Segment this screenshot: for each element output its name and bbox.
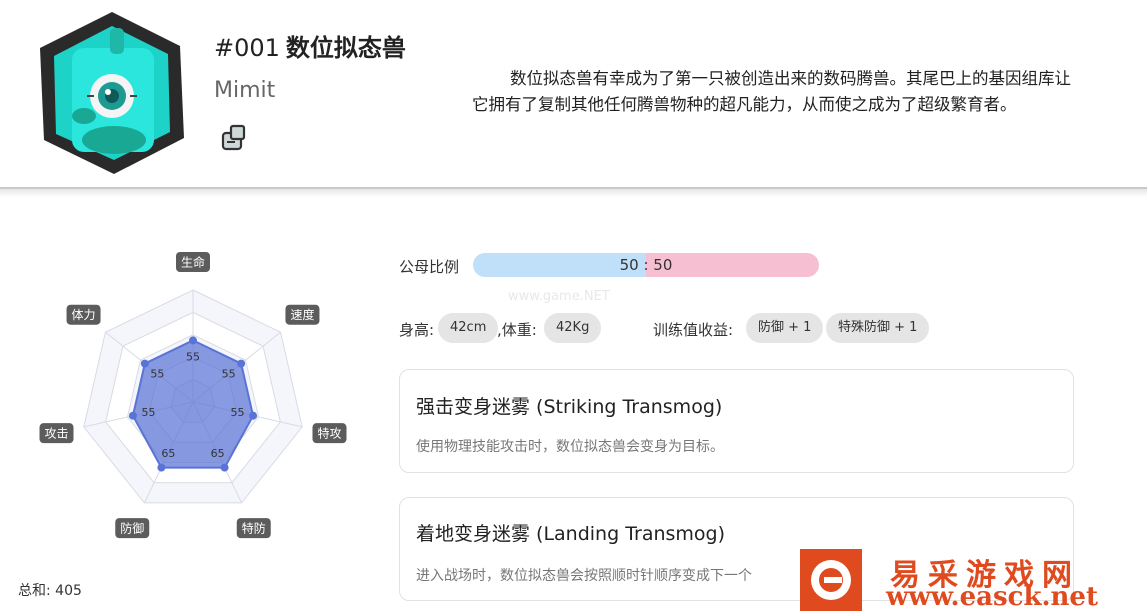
ev-yield-label: 训练值收益: [653,321,734,339]
pokemon-description: 数位拟态兽有幸成为了第一只被创造出来的数码腾兽。其尾巴上的基因组库让 它拥有了复… [472,66,1132,118]
ability-title: 强击变身迷雾 (Striking Transmog) [416,396,723,418]
radar-value-label: 55 [142,406,156,419]
weight-label: ,体重: [497,321,537,339]
radar-value-label: 65 [161,447,175,460]
radar-data-point [237,359,246,368]
radar-category-label: 速度 [290,307,314,322]
gender-ratio-label: 公母比例 [399,258,460,276]
description-line-1: 数位拟态兽有幸成为了第一只被创造出来的数码腾兽。其尾巴上的基因组库让 [510,69,1071,88]
radar-category-label: 攻击 [45,427,69,441]
pokedex-page: #001 数位拟态兽 Mimit 数位拟态兽有幸成为了第一只被创造出来的数码腾兽。… [0,0,1147,612]
description-line-2: 它拥有了复制其他任何腾兽物种的超凡能力，从而使之成为了超级繁育者。 [472,95,1017,114]
height-chip: 42cm [438,313,499,343]
radar-data-point [140,359,149,368]
radar-data-point [220,463,229,472]
radar-data-point [157,463,166,472]
radar-data-point [189,336,197,345]
height-label: 身高: [399,321,435,339]
watermark-logo-icon [800,549,862,611]
ability-card: 强击变身迷雾 (Striking Transmog) 使用物理技能攻击时，数位拟… [399,369,1074,473]
cube-type-icon [221,124,246,151]
radar-category-label: 生命 [181,255,205,270]
header-shadow [0,189,1147,197]
watermark-url: www.easck.net [886,582,1098,612]
radar-category-label: 体力 [72,308,96,322]
radar-value-label: 55 [222,368,236,381]
radar-category-label: 特攻 [317,426,341,441]
radar-value-label: 65 [211,447,225,460]
radar-value-label: 55 [186,350,200,363]
ability-description: 使用物理技能攻击时，数位拟态兽会变身为目标。 [416,439,724,455]
pokemon-name: 数位拟态兽 [285,34,406,62]
pokemon-title: #001 数位拟态兽 [214,28,406,63]
stats-total: 总和: 405 [18,583,82,599]
gender-ratio-text: 50 : 50 [619,256,673,274]
ev-chip: 特殊防御 + 1 [826,313,930,343]
radar-category-label: 特防 [242,521,266,536]
radar-value-label: 55 [150,368,164,381]
mimit-avatar [40,12,184,174]
radar-data-point [249,411,258,420]
ev-chip: 防御 + 1 [746,313,824,343]
weight-chip: 42Kg [544,313,602,343]
header: #001 数位拟态兽 Mimit 数位拟态兽有幸成为了第一只被创造出来的数码腾兽。… [0,0,1147,189]
pokemon-english-name: Mimit [214,78,276,103]
ability-title: 着地变身迷雾 (Landing Transmog) [416,523,726,545]
pokemon-number: #001 [214,34,280,62]
faint-watermark: www.game.NET [508,289,610,304]
radar-data-point [128,411,137,420]
ability-description: 进入战场时，数位拟态兽会按照顺时针顺序变成下一个 [416,568,752,584]
radar-category-label: 防御 [120,521,144,536]
stats-radar-chart: 55 55 55 65 65 55 55 生命速度特攻特防 防御 攻击 体力 [39,252,347,539]
radar-value-label: 55 [230,406,244,419]
